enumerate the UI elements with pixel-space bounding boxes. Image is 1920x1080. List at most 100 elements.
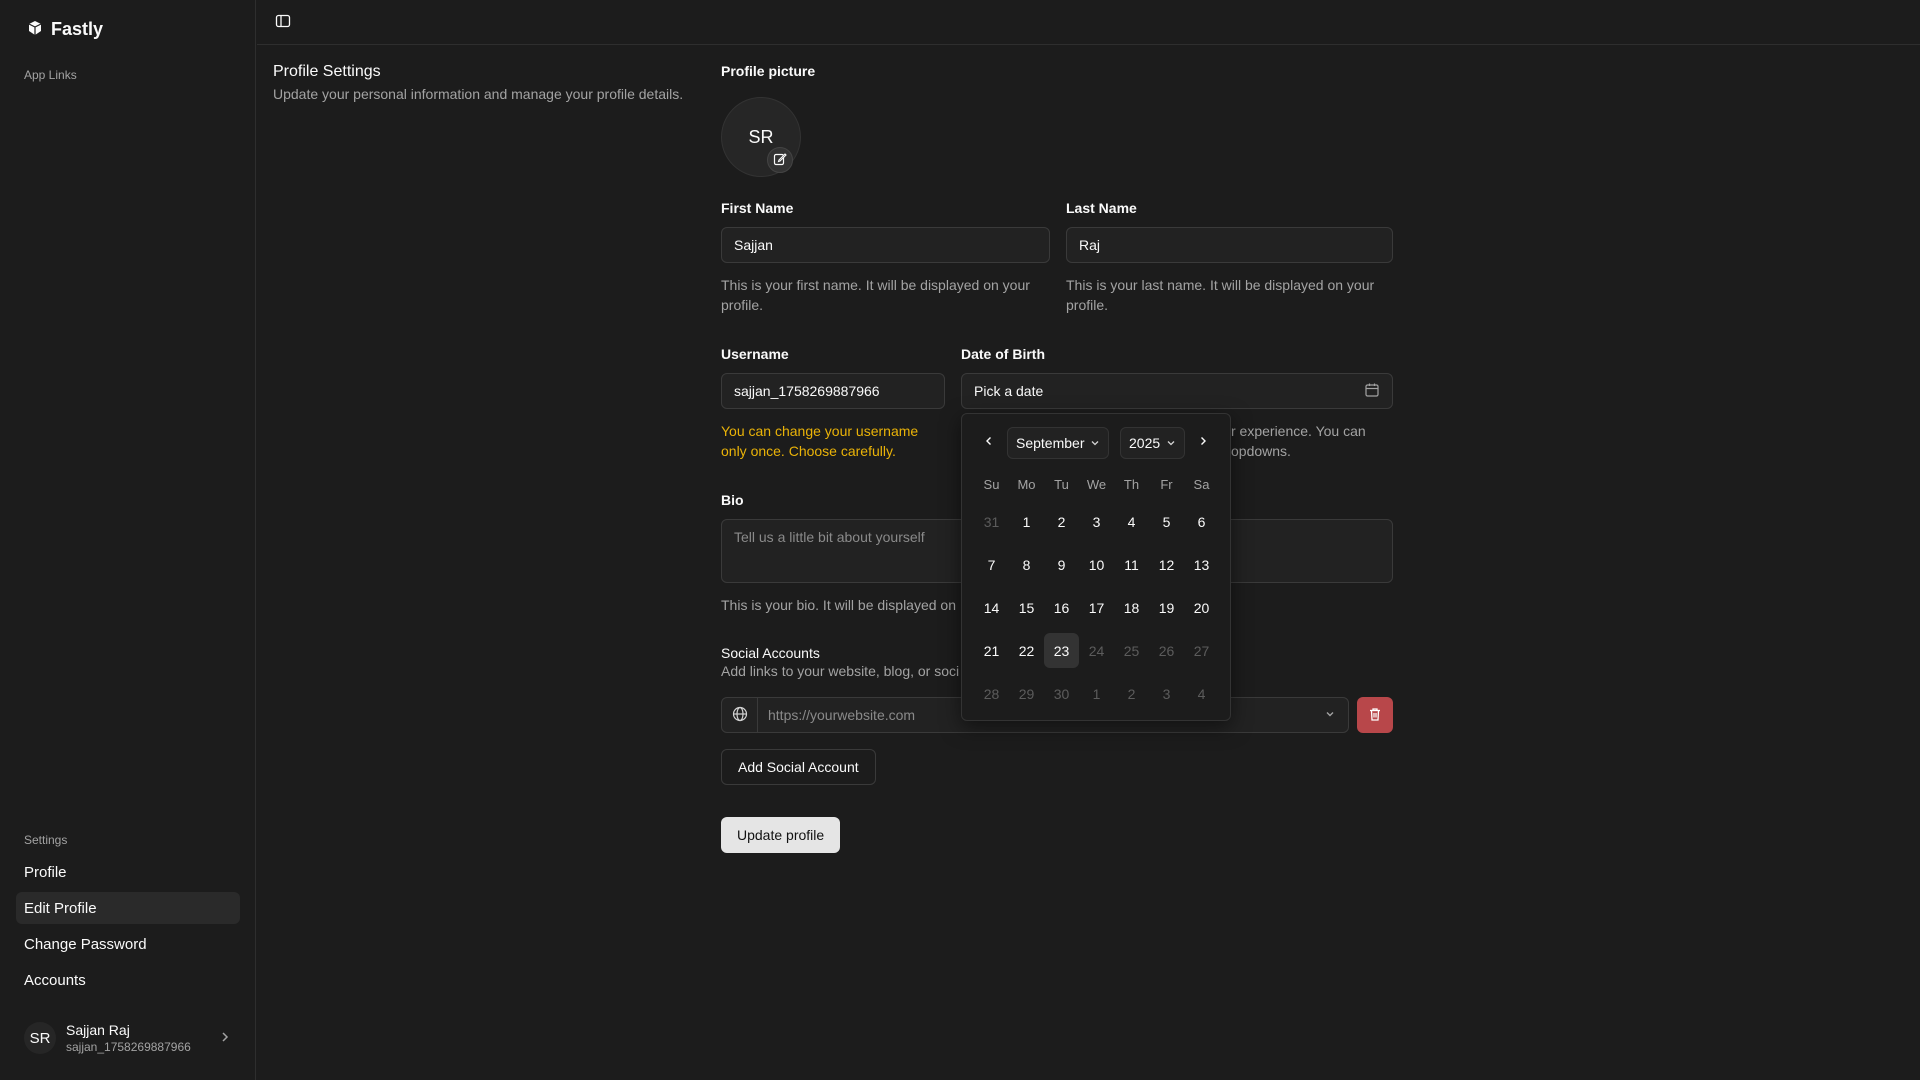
calendar-day[interactable]: 4 [1184,676,1219,711]
edit-avatar-button[interactable] [767,147,793,173]
calendar-icon [1364,382,1380,401]
date-picker-popover: September 2025 Su Mo Tu We Th Fr Sa 31 1 2… [961,413,1231,721]
calendar-day[interactable]: 1 [1079,676,1114,711]
calendar-day[interactable]: 20 [1184,590,1219,625]
avatar: SR [24,1022,56,1054]
first-name-label: First Name [721,200,794,216]
bio-help: This is your bio. It will be displayed o… [721,597,956,613]
calendar-day[interactable]: 27 [1184,633,1219,668]
calendar-day[interactable]: 14 [974,590,1009,625]
calendar-day-today[interactable]: 23 [1044,633,1079,668]
calendar-day[interactable]: 8 [1009,547,1044,582]
calendar-day[interactable]: 15 [1009,590,1044,625]
calendar-day[interactable]: 16 [1044,590,1079,625]
calendar-day[interactable]: 19 [1149,590,1184,625]
dob-placeholder: Pick a date [974,383,1044,399]
sidebar-item-edit-profile[interactable]: Edit Profile [16,892,240,924]
dob-label: Date of Birth [961,346,1045,362]
user-name: Sajjan Raj [66,1022,130,1038]
sidebar-item-label: Profile [24,863,67,881]
globe-icon [732,706,748,725]
sidebar-item-profile[interactable]: Profile [16,856,240,888]
year-select[interactable]: 2025 [1120,427,1186,459]
first-name-help: This is your first name. It will be disp… [721,277,1030,313]
calendar-day[interactable]: 5 [1149,504,1184,539]
calendar-day[interactable]: 3 [1149,676,1184,711]
chevron-left-icon [983,434,995,450]
calendar-day[interactable]: 25 [1114,633,1149,668]
calendar-day[interactable]: 17 [1079,590,1114,625]
user-handle: sajjan_1758269887966 [66,1040,191,1054]
weekday-label: We [1086,477,1107,492]
sidebar-item-accounts[interactable]: Accounts [16,964,240,996]
calendar-day[interactable]: 26 [1149,633,1184,668]
last-name-label: Last Name [1066,200,1137,216]
chevron-down-icon [1166,435,1176,451]
calendar-day[interactable]: 7 [974,547,1009,582]
dob-help-line: r experience. You can [1231,423,1366,439]
sidebar-item-label: Edit Profile [24,899,97,917]
sidebar-item-change-password[interactable]: Change Password [16,928,240,960]
calendar-day[interactable]: 24 [1079,633,1114,668]
social-dropdown[interactable] [1312,707,1348,723]
prev-month-button[interactable] [975,426,1003,458]
calendar-day[interactable]: 29 [1009,676,1044,711]
social-accounts-description: Add links to your website, blog, or soci [721,663,960,679]
last-name-input[interactable]: Raj [1066,227,1393,263]
platform-select[interactable] [722,698,758,732]
chevron-right-icon [1197,434,1209,450]
social-accounts-title: Social Accounts [721,645,820,661]
sidebar: Fastly App Links Settings Profile Edit P… [0,0,256,1080]
calendar-day[interactable]: 28 [974,676,1009,711]
calendar-day[interactable]: 31 [974,504,1009,539]
dob-picker-button[interactable]: Pick a date [961,373,1393,409]
top-bar [257,0,1920,45]
settings-label: Settings [24,833,68,847]
weekday-header: Su Mo Tu We Th Fr Sa [974,477,1219,492]
calendar-day[interactable]: 18 [1114,590,1149,625]
section-header: Profile Settings Update your personal in… [273,63,683,102]
sidebar-item-label: Accounts [24,971,86,989]
calendar-day[interactable]: 13 [1184,547,1219,582]
app-name: Fastly [51,19,104,39]
weekday-label: Fr [1160,477,1173,492]
year-value: 2025 [1129,435,1161,451]
calendar-day[interactable]: 30 [1044,676,1079,711]
username-label: Username [721,346,789,362]
sidebar-toggle-button[interactable] [269,9,297,35]
user-menu[interactable]: SR Sajjan Raj sajjan_1758269887966 [16,1018,240,1058]
next-month-button[interactable] [1189,426,1217,458]
first-name-input[interactable]: Sajjan [721,227,1050,263]
calendar-day[interactable]: 4 [1114,504,1149,539]
calendar-day[interactable]: 2 [1114,676,1149,711]
calendar-day[interactable]: 9 [1044,547,1079,582]
calendar-day[interactable]: 10 [1079,547,1114,582]
weekday-label: Mo [1017,477,1036,492]
calendar-day[interactable]: 11 [1114,547,1149,582]
update-profile-button[interactable]: Update profile [721,817,841,853]
calendar-day[interactable]: 6 [1184,504,1219,539]
edit-icon [773,152,787,169]
calendar-day[interactable]: 22 [1009,633,1044,668]
dob-help: r experience. You can opdowns. [1231,421,1401,461]
calendar-day[interactable]: 12 [1149,547,1184,582]
calendar-day[interactable]: 1 [1009,504,1044,539]
bio-label: Bio [721,492,744,508]
page-title: Profile Settings [273,63,381,80]
calendar-day[interactable]: 3 [1079,504,1114,539]
weekday-label: Su [983,477,1000,492]
username-warning: You can change your username only once. … [721,423,919,459]
add-social-account-button[interactable]: Add Social Account [721,749,876,785]
app-links-label: App Links [24,68,77,82]
calendar-day[interactable]: 21 [974,633,1009,668]
calendar-day[interactable]: 2 [1044,504,1079,539]
username-input[interactable]: sajjan_1758269887966 [721,373,945,409]
page-description: Update your personal information and man… [273,86,684,102]
calendar-grid: 31 1 2 3 4 5 6 7 8 9 10 11 12 13 14 15 16 17 18 19 20 21 22 23 2… [974,500,1219,715]
delete-social-button[interactable] [1357,697,1393,733]
month-select[interactable]: September [1007,427,1110,459]
weekday-label: Sa [1193,477,1210,492]
brand[interactable]: Fastly [27,19,103,40]
weekday-label: Tu [1054,477,1069,492]
last-name-help: This is your last name. It will be displ… [1066,277,1375,313]
